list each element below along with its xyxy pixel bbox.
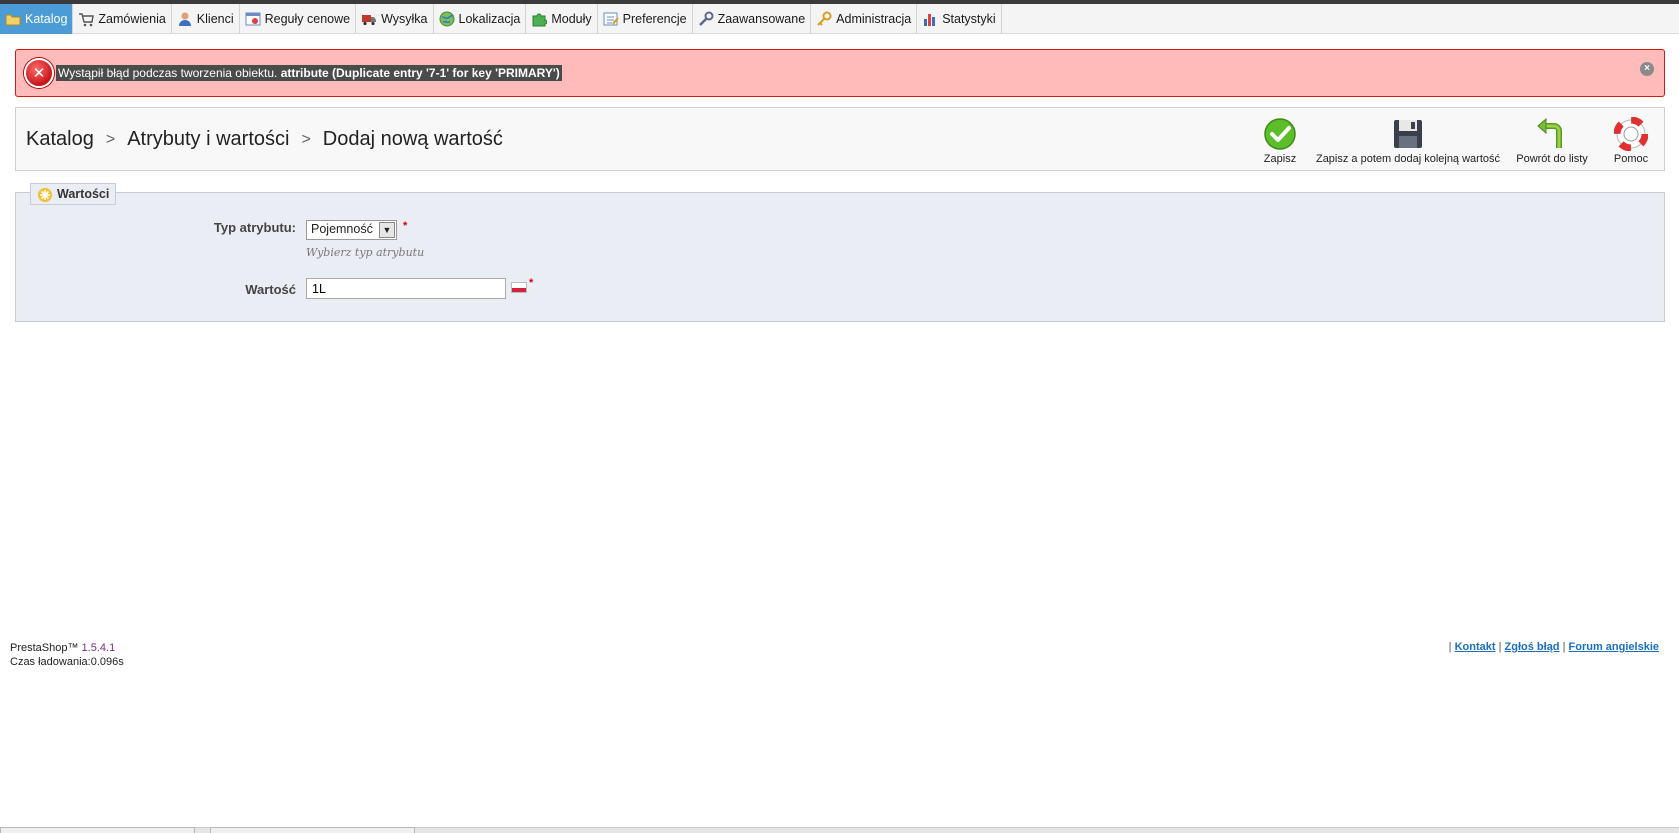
help-button-label: Pomoc: [1613, 153, 1649, 165]
nav-item-reguly-cenowe[interactable]: Reguły cenowe: [240, 4, 357, 34]
footer-separator: |: [1448, 641, 1452, 653]
nav-item-katalog[interactable]: Katalog: [0, 4, 74, 34]
nav-item-label: Reguły cenowe: [264, 12, 351, 26]
nav-item-lokalizacja[interactable]: Lokalizacja: [434, 4, 527, 34]
footer-links: | Kontakt | Zgłoś błąd | Forum angielski…: [1449, 641, 1659, 653]
attribute-type-selected: Pojemność: [311, 222, 373, 236]
cart-icon: [78, 11, 95, 27]
wrench-icon: [698, 11, 714, 27]
footer-load-time: Czas ładowania:0.096s: [10, 656, 124, 668]
breadcrumb: Katalog > Atrybuty i wartości > Dodaj no…: [26, 128, 503, 151]
nav-item-label: Lokalizacja: [458, 12, 521, 26]
check-icon: [1263, 117, 1297, 151]
key-icon: [816, 11, 832, 27]
bar-chart-icon: [922, 11, 938, 27]
footer-link-forum[interactable]: Forum angielskie: [1569, 641, 1659, 653]
nav-item-moduly[interactable]: Moduły: [526, 4, 598, 34]
nav-item-wysylka[interactable]: Wysyłka: [356, 4, 434, 34]
nav-item-label: Wysyłka: [381, 12, 428, 26]
breadcrumb-item-catalog[interactable]: Katalog: [26, 128, 94, 151]
puzzle-icon: [531, 11, 548, 27]
required-marker: *: [403, 220, 408, 232]
required-marker: *: [529, 277, 534, 289]
page-title: Dodaj nową wartość: [322, 128, 503, 150]
back-to-list-button-label: Powrót do listy: [1516, 153, 1588, 165]
nav-item-zaawansowane[interactable]: Zaawansowane: [693, 4, 812, 34]
fieldset-legend-text: Wartości: [57, 187, 110, 201]
attribute-type-label: Typ atrybutu:: [213, 220, 296, 235]
fieldset-legend: Wartości: [30, 183, 117, 205]
value-input[interactable]: [306, 278, 506, 299]
preferences-icon: [603, 11, 619, 27]
attribute-type-hint: Wybierz typ atrybutu: [306, 246, 425, 259]
folder-icon: [5, 11, 21, 27]
help-button[interactable]: Pomoc: [1603, 108, 1659, 172]
taskbar-tab[interactable]: [0, 827, 195, 833]
error-message-detail: attribute (Duplicate entry '7-1' for key…: [280, 66, 560, 80]
nav-item-label: Administracja: [836, 12, 912, 26]
asterisk-icon: [37, 187, 53, 203]
user-icon: [177, 11, 193, 27]
nav-item-label: Statystyki: [942, 12, 996, 26]
nav-item-label: Klienci: [196, 12, 234, 26]
price-rules-icon: [245, 11, 261, 27]
page-toolbar: Katalog > Atrybuty i wartości > Dodaj no…: [15, 107, 1665, 171]
nav-item-statystyki[interactable]: Statystyki: [917, 4, 1002, 34]
error-message-plain: Wystąpił błąd podczas tworzenia obiektu.: [58, 66, 278, 80]
nav-item-zamowienia[interactable]: Zamówienia: [73, 4, 172, 34]
footer-link-report-bug[interactable]: Zgłoś błąd: [1505, 641, 1560, 653]
footer-link-contact[interactable]: Kontakt: [1455, 641, 1496, 653]
return-arrow-icon: [1535, 117, 1569, 151]
polish-flag-icon[interactable]: [511, 282, 527, 293]
lifebuoy-icon: [1613, 116, 1649, 152]
footer-separator: |: [1498, 641, 1502, 653]
nav-item-preferencje[interactable]: Preferencje: [598, 4, 693, 34]
footer-info: PrestaShop™ 1.5.4.1 Czas ładowania:0.096…: [10, 641, 124, 669]
chevron-right-icon: >: [301, 130, 311, 148]
save-button[interactable]: Zapisz: [1248, 108, 1312, 172]
footer-version: 1.5.4.1: [81, 642, 116, 654]
save-and-add-button-label: Zapisz a potem dodaj kolejną wartość: [1315, 153, 1501, 165]
back-to-list-button[interactable]: Powrót do listy: [1512, 108, 1592, 172]
value-label: Wartość: [245, 282, 296, 297]
save-and-add-button[interactable]: Zapisz a potem dodaj kolejną wartość: [1308, 108, 1508, 172]
nav-item-label: Moduły: [551, 12, 592, 26]
footer-separator: |: [1562, 641, 1566, 653]
error-message: Wystąpił błąd podczas tworzenia obiektu.…: [56, 65, 562, 81]
globe-icon: [439, 11, 455, 27]
close-icon[interactable]: ×: [1640, 62, 1654, 76]
chevron-down-icon[interactable]: ▼: [379, 222, 395, 238]
taskbar-tab[interactable]: [210, 827, 415, 833]
nav-item-label: Preferencje: [622, 12, 687, 26]
nav-item-administracja[interactable]: Administracja: [811, 4, 918, 34]
nav-item-label: Zamówienia: [98, 12, 166, 26]
nav-item-label: Zaawansowane: [717, 12, 806, 26]
error-banner: ✕ Wystąpił błąd podczas tworzenia obiekt…: [15, 49, 1665, 97]
error-icon: ✕: [24, 58, 54, 88]
nav-item-klienci[interactable]: Klienci: [172, 4, 240, 34]
footer-brand: PrestaShop™: [10, 642, 79, 654]
values-fieldset: Wartości Typ atrybutu: Pojemność ▼ * Wyb…: [15, 183, 1665, 322]
floppy-disk-icon: [1391, 117, 1425, 151]
breadcrumb-item-attributes[interactable]: Atrybuty i wartości: [127, 128, 289, 151]
nav-item-label: Katalog: [25, 12, 68, 26]
attribute-type-select[interactable]: Pojemność ▼: [306, 220, 397, 240]
chevron-right-icon: >: [105, 130, 116, 148]
save-button-label: Zapisz: [1263, 153, 1297, 165]
main-nav: Katalog Zamówienia Klienci Reguły cenowe…: [0, 4, 1679, 34]
truck-icon: [361, 11, 377, 27]
